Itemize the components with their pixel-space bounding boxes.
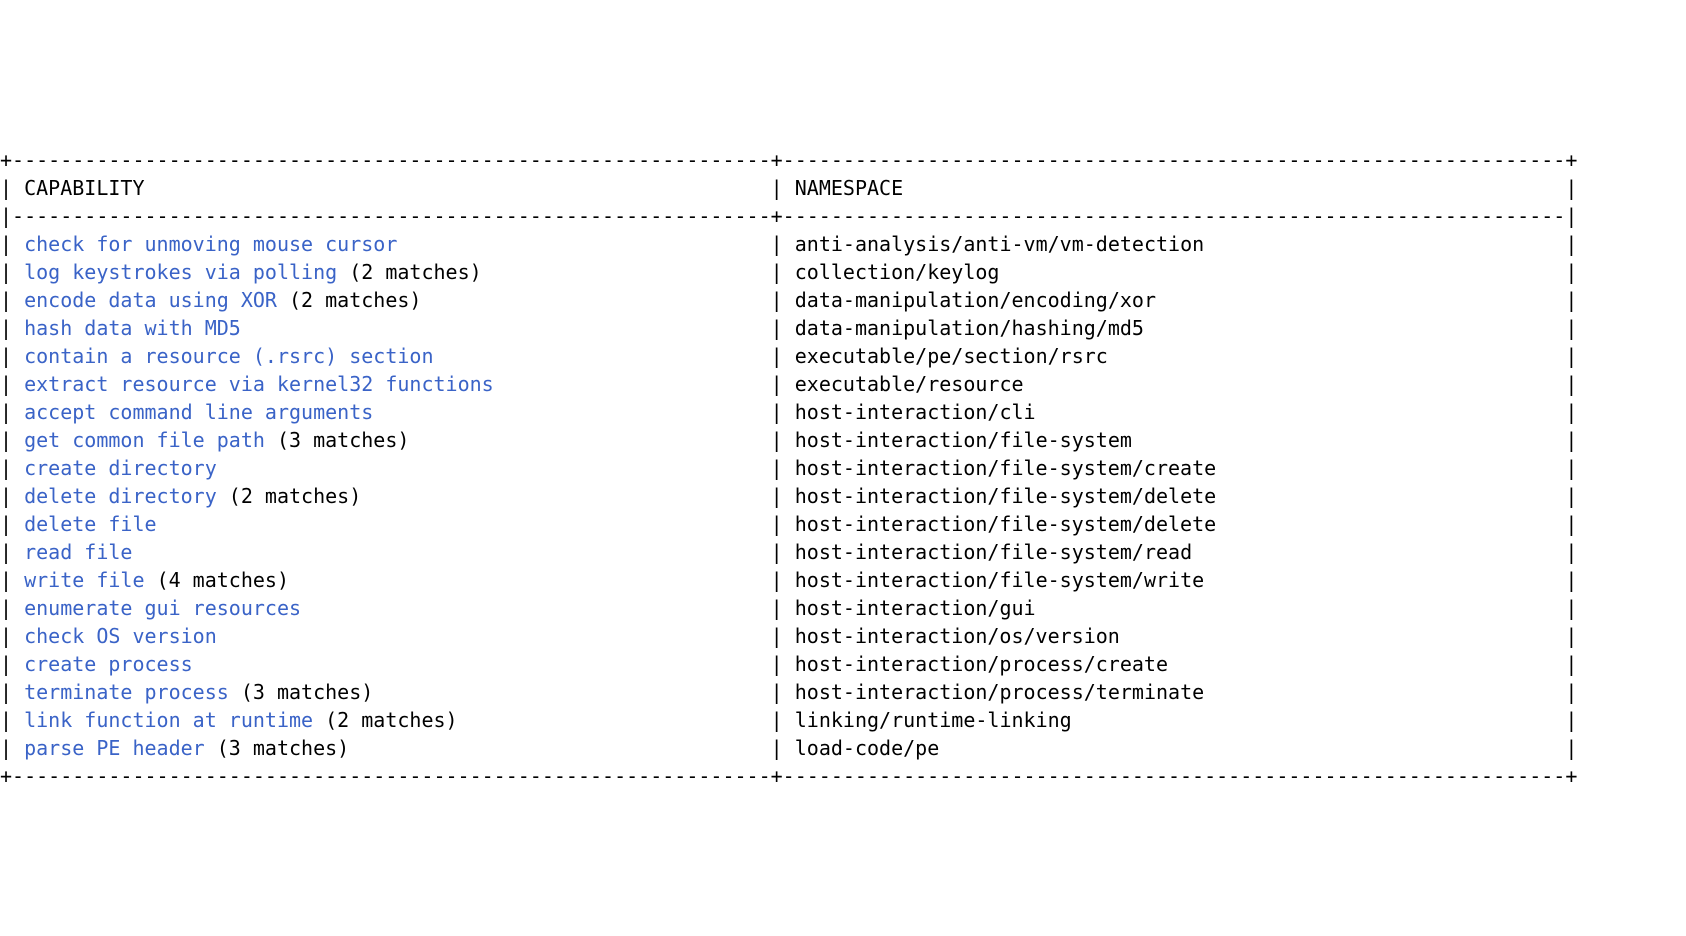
capability-link[interactable]: check for unmoving mouse cursor bbox=[24, 232, 397, 256]
capability-link[interactable]: check OS version bbox=[24, 624, 217, 648]
capability-link[interactable]: link function at runtime bbox=[24, 708, 313, 732]
namespace-text: host-interaction/file-system/delete bbox=[795, 484, 1216, 508]
namespace-text: host-interaction/file-system bbox=[795, 428, 1132, 452]
capability-link[interactable]: contain a resource (.rsrc) section bbox=[24, 344, 433, 368]
capability-link[interactable]: create directory bbox=[24, 456, 217, 480]
capability-match-count: (2 matches) bbox=[325, 708, 457, 732]
table-row: | terminate process (3 matches) | host-i… bbox=[0, 678, 1686, 706]
ascii-table: +---------------------------------------… bbox=[0, 140, 1686, 796]
capability-match-count: (2 matches) bbox=[289, 288, 421, 312]
capability-link[interactable]: delete directory bbox=[24, 484, 217, 508]
namespace-text: executable/pe/section/rsrc bbox=[795, 344, 1108, 368]
capability-link[interactable]: extract resource via kernel32 functions bbox=[24, 372, 494, 396]
table-row: | check for unmoving mouse cursor | anti… bbox=[0, 230, 1686, 258]
table-header-separator: |---------------------------------------… bbox=[0, 202, 1686, 230]
table-row: | get common file path (3 matches) | hos… bbox=[0, 426, 1686, 454]
namespace-text: host-interaction/process/create bbox=[795, 652, 1168, 676]
table-row: | contain a resource (.rsrc) section | e… bbox=[0, 342, 1686, 370]
capability-match-count: (3 matches) bbox=[241, 680, 373, 704]
capability-match-count: (3 matches) bbox=[277, 428, 409, 452]
capability-link[interactable]: write file bbox=[24, 568, 144, 592]
table-row: | extract resource via kernel32 function… bbox=[0, 370, 1686, 398]
table-row: | read file | host-interaction/file-syst… bbox=[0, 538, 1686, 566]
namespace-text: host-interaction/file-system/delete bbox=[795, 512, 1216, 536]
capability-match-count: (3 matches) bbox=[217, 736, 349, 760]
capability-link[interactable]: log keystrokes via polling bbox=[24, 260, 337, 284]
table-row: | log keystrokes via polling (2 matches)… bbox=[0, 258, 1686, 286]
capability-link[interactable]: delete file bbox=[24, 512, 156, 536]
namespace-text: host-interaction/file-system/write bbox=[795, 568, 1204, 592]
table-row: | delete directory (2 matches) | host-in… bbox=[0, 482, 1686, 510]
capability-link[interactable]: accept command line arguments bbox=[24, 400, 373, 424]
namespace-text: host-interaction/file-system/read bbox=[795, 540, 1192, 564]
table-border-top: +---------------------------------------… bbox=[0, 146, 1686, 174]
table-row: | write file (4 matches) | host-interact… bbox=[0, 566, 1686, 594]
namespace-text: collection/keylog bbox=[795, 260, 1000, 284]
table-row: | enumerate gui resources | host-interac… bbox=[0, 594, 1686, 622]
namespace-text: host-interaction/cli bbox=[795, 400, 1036, 424]
table-row: | hash data with MD5 | data-manipulation… bbox=[0, 314, 1686, 342]
table-row: | parse PE header (3 matches) | load-cod… bbox=[0, 734, 1686, 762]
capability-link[interactable]: encode data using XOR bbox=[24, 288, 277, 312]
table-header-row: | CAPABILITY | NAMESPACE | bbox=[0, 174, 1686, 202]
table-row: | create directory | host-interaction/fi… bbox=[0, 454, 1686, 482]
namespace-text: host-interaction/gui bbox=[795, 596, 1036, 620]
namespace-text: data-manipulation/hashing/md5 bbox=[795, 316, 1144, 340]
table-row: | delete file | host-interaction/file-sy… bbox=[0, 510, 1686, 538]
namespace-text: host-interaction/process/terminate bbox=[795, 680, 1204, 704]
capability-match-count: (4 matches) bbox=[157, 568, 289, 592]
capability-link[interactable]: terminate process bbox=[24, 680, 229, 704]
capability-link[interactable]: read file bbox=[24, 540, 132, 564]
namespace-text: executable/resource bbox=[795, 372, 1024, 396]
capability-link[interactable]: enumerate gui resources bbox=[24, 596, 301, 620]
namespace-text: host-interaction/file-system/create bbox=[795, 456, 1216, 480]
table-row: | link function at runtime (2 matches) |… bbox=[0, 706, 1686, 734]
table-row: | encode data using XOR (2 matches) | da… bbox=[0, 286, 1686, 314]
capability-match-count: (2 matches) bbox=[229, 484, 361, 508]
namespace-text: data-manipulation/encoding/xor bbox=[795, 288, 1156, 312]
table-row: | create process | host-interaction/proc… bbox=[0, 650, 1686, 678]
capability-link[interactable]: create process bbox=[24, 652, 193, 676]
capability-link[interactable]: hash data with MD5 bbox=[24, 316, 241, 340]
capability-link[interactable]: get common file path bbox=[24, 428, 265, 452]
header-namespace: NAMESPACE bbox=[795, 176, 1566, 200]
table-row: | check OS version | host-interaction/os… bbox=[0, 622, 1686, 650]
table-border-bottom: +---------------------------------------… bbox=[0, 762, 1686, 790]
namespace-text: anti-analysis/anti-vm/vm-detection bbox=[795, 232, 1204, 256]
header-capability: CAPABILITY bbox=[24, 176, 771, 200]
namespace-text: load-code/pe bbox=[795, 736, 940, 760]
capability-link[interactable]: parse PE header bbox=[24, 736, 205, 760]
namespace-text: host-interaction/os/version bbox=[795, 624, 1120, 648]
capability-match-count: (2 matches) bbox=[349, 260, 481, 284]
table-row: | accept command line arguments | host-i… bbox=[0, 398, 1686, 426]
namespace-text: linking/runtime-linking bbox=[795, 708, 1072, 732]
